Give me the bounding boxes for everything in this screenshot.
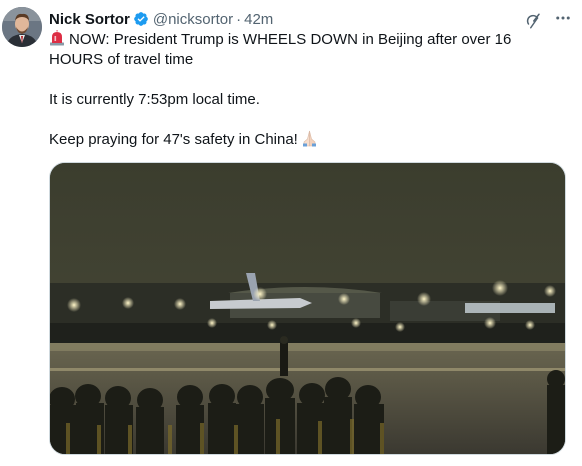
avatar[interactable] (2, 7, 42, 47)
tweet-header: Nick Sortor @nicksortor · 42m (49, 9, 572, 29)
tweet-paragraph-3-text: Keep praying for 47's safety in China! (49, 131, 298, 148)
verified-badge-icon[interactable] (133, 11, 149, 27)
header-actions (524, 9, 572, 32)
tweet-paragraph-2: It is currently 7:53pm local time. (49, 91, 260, 108)
tweet-paragraph-3: Keep praying for 47's safety in China! (49, 130, 554, 150)
tweet-video[interactable] (49, 162, 566, 455)
tweet-line-1-text: NOW: President Trump is WHEELS DOWN in B… (69, 31, 512, 48)
folded-hands-icon (301, 130, 318, 147)
timestamp[interactable]: 42m (244, 11, 273, 28)
rotating-light-icon (49, 30, 65, 46)
tweet-line-1: NOW: President Trump is WHEELS DOWN in B… (49, 30, 554, 50)
separator-dot: · (236, 10, 242, 28)
tweet-line-2: HOURS of travel time (49, 51, 194, 68)
grok-icon[interactable] (524, 12, 542, 30)
more-icon[interactable] (554, 9, 572, 32)
author-handle[interactable]: @nicksortor (153, 11, 233, 28)
author-name[interactable]: Nick Sortor (49, 11, 130, 28)
tweet-text: NOW: President Trump is WHEELS DOWN in B… (49, 30, 554, 150)
